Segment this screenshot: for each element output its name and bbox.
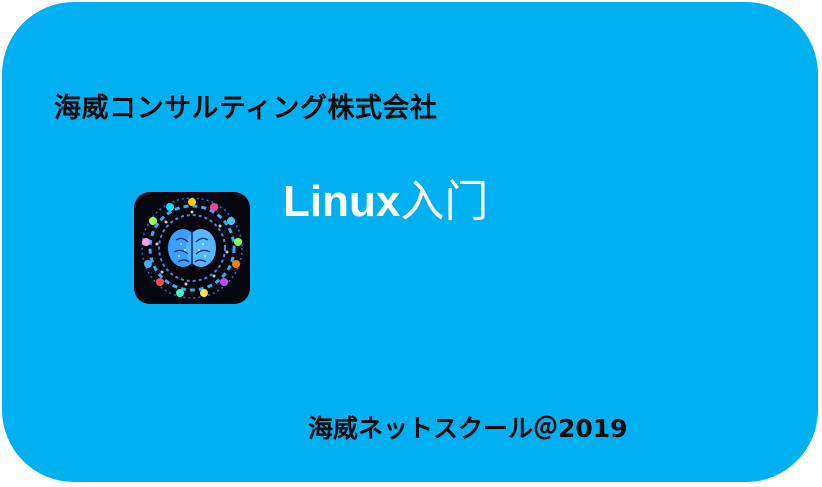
page-title: Linux入门 [283,180,488,224]
title-cjk: 入门 [400,176,489,227]
title-latin: Linux [283,177,401,226]
title-card: 海威コンサルティング株式会社 Linux入门 海威ネットスクール＠2019 [2,2,818,482]
footer-credit: 海威ネットスクール＠2019 [308,414,628,443]
brain-network-icon [134,192,250,304]
company-name: 海威コンサルティング株式会社 [54,93,438,124]
